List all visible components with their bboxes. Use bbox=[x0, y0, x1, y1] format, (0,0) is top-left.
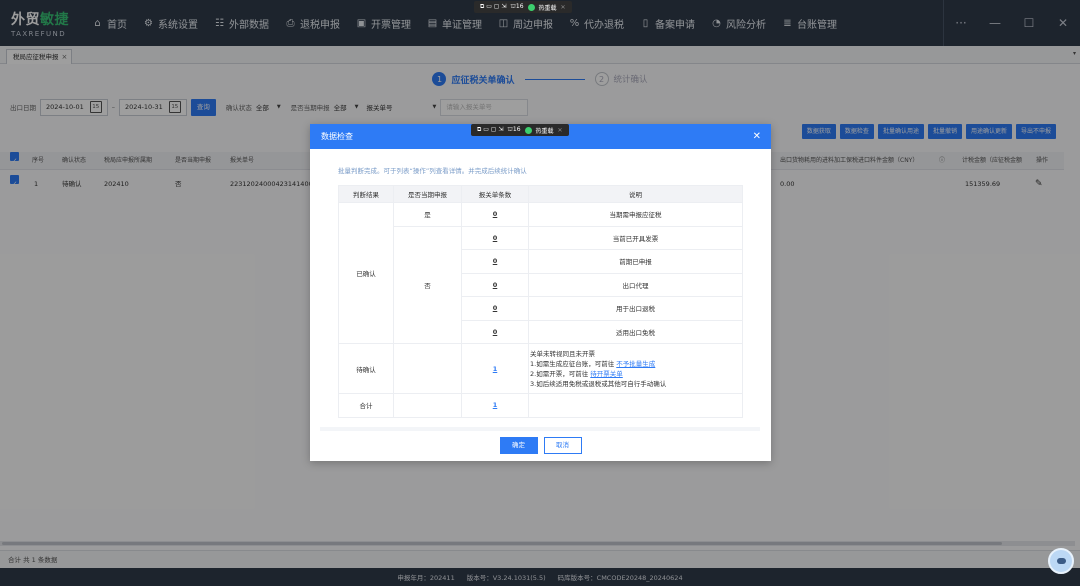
hot-reload-icon bbox=[524, 126, 532, 134]
cell-no: 否 bbox=[393, 225, 462, 344]
capture-tool-icon[interactable]: ⧉ ▭ ▢ ⇲ bbox=[480, 3, 506, 11]
cancel-button[interactable]: 取消 bbox=[543, 437, 582, 454]
pending-invoice-link[interactable]: 待开票关单 bbox=[590, 370, 623, 378]
capture-toolbar[interactable]: ⧉ ▭ ▢ ⇲ ⛫16 热重载 ✕ bbox=[471, 124, 569, 136]
cell-desc: 当前已开具发票 bbox=[528, 225, 743, 250]
capture-toolbar[interactable]: ⧉ ▭ ▢ ⇲ ⛫16 热重载 ✕ bbox=[474, 1, 572, 13]
count-link[interactable]: 0 bbox=[461, 272, 529, 297]
th-count: 报关单条数 bbox=[461, 185, 529, 203]
cell-desc: 适用出口免税 bbox=[528, 319, 743, 344]
count-link[interactable]: 0 bbox=[461, 202, 529, 227]
toolbar-close-icon[interactable]: ✕ bbox=[561, 4, 566, 11]
hot-reload-icon bbox=[527, 3, 535, 11]
dialog-title: 数据检查 bbox=[321, 132, 353, 141]
table-row: 待确认 1 关单未转视同且未开票 1.如需生成应征台账，可前往 不予批量生成 2… bbox=[338, 343, 743, 394]
pending-desc-line4: 3.如后续适用免税或退税或其他可自行手动确认 bbox=[530, 379, 667, 388]
dialog-buttons: 确定 取消 bbox=[310, 437, 771, 454]
count-link[interactable]: 0 bbox=[461, 225, 529, 250]
count-link[interactable]: 1 bbox=[461, 393, 529, 418]
th-result: 判断结果 bbox=[338, 185, 394, 203]
cell-empty bbox=[393, 393, 462, 418]
count-link[interactable]: 1 bbox=[461, 343, 529, 394]
batch-generate-link[interactable]: 不予批量生成 bbox=[616, 360, 655, 368]
cell-pending: 待确认 bbox=[338, 343, 394, 394]
table-row: 已确认 是 0 当期需申报应征税 bbox=[338, 202, 743, 344]
cell-empty bbox=[393, 343, 462, 394]
count-link[interactable]: 0 bbox=[461, 296, 529, 321]
table-header-row: 判断结果 是否当期申报 报关单条数 说明 bbox=[338, 185, 743, 203]
pending-desc-line3: 2.如需开票，可前往 bbox=[530, 369, 589, 378]
cell-desc: 用于出口退税 bbox=[528, 296, 743, 321]
hot-reload-label: 热重载 bbox=[538, 4, 557, 12]
hot-reload-label: 热重载 bbox=[535, 127, 554, 135]
cell-confirmed: 已确认 bbox=[338, 202, 394, 344]
pending-desc-line2: 1.如需生成应征台账，可前往 bbox=[530, 359, 615, 368]
toolbar-close-icon[interactable]: ✕ bbox=[558, 127, 563, 134]
ok-button[interactable]: 确定 bbox=[499, 437, 538, 454]
count-link[interactable]: 0 bbox=[461, 249, 529, 274]
dialog-divider bbox=[320, 427, 760, 431]
th-desc: 说明 bbox=[528, 185, 743, 203]
table-row: 否 0 当前已开具发票 bbox=[339, 225, 743, 344]
cell-total: 合计 bbox=[338, 393, 394, 418]
cell-yes: 是 bbox=[393, 202, 462, 227]
cell-pending-desc: 关单未转视同且未开票 1.如需生成应征台账，可前往 不予批量生成 2.如需开票，… bbox=[528, 343, 743, 394]
fps-badge: ⛫16 bbox=[507, 126, 521, 133]
cell-desc: 出口代理 bbox=[528, 272, 743, 297]
fps-badge: ⛫16 bbox=[510, 3, 524, 10]
cell-desc: 当期需申报应征税 bbox=[528, 202, 743, 227]
pending-desc-line1: 关单未转视同且未开票 bbox=[530, 349, 595, 358]
count-link[interactable]: 0 bbox=[461, 319, 529, 344]
table-row: 合计 1 bbox=[338, 393, 743, 418]
th-current: 是否当期申报 bbox=[393, 185, 462, 203]
dialog-close-icon[interactable]: ✕ bbox=[753, 124, 761, 149]
cell-empty bbox=[528, 393, 743, 418]
capture-tool-icon[interactable]: ⧉ ▭ ▢ ⇲ bbox=[477, 126, 503, 134]
data-check-dialog: 数据检查 ✕ 批量判断完成。可于列表“操作”列查看详情。并完成后续统计确认 判断… bbox=[310, 124, 771, 461]
assistant-avatar-icon[interactable] bbox=[1048, 548, 1074, 574]
cell-desc: 前期已申报 bbox=[528, 249, 743, 274]
check-result-table: 判断结果 是否当期申报 报关单条数 说明 已确认 是 0 当期需申报应征税 否 … bbox=[338, 185, 743, 418]
dialog-tip: 批量判断完成。可于列表“操作”列查看详情。并完成后续统计确认 bbox=[338, 167, 527, 175]
